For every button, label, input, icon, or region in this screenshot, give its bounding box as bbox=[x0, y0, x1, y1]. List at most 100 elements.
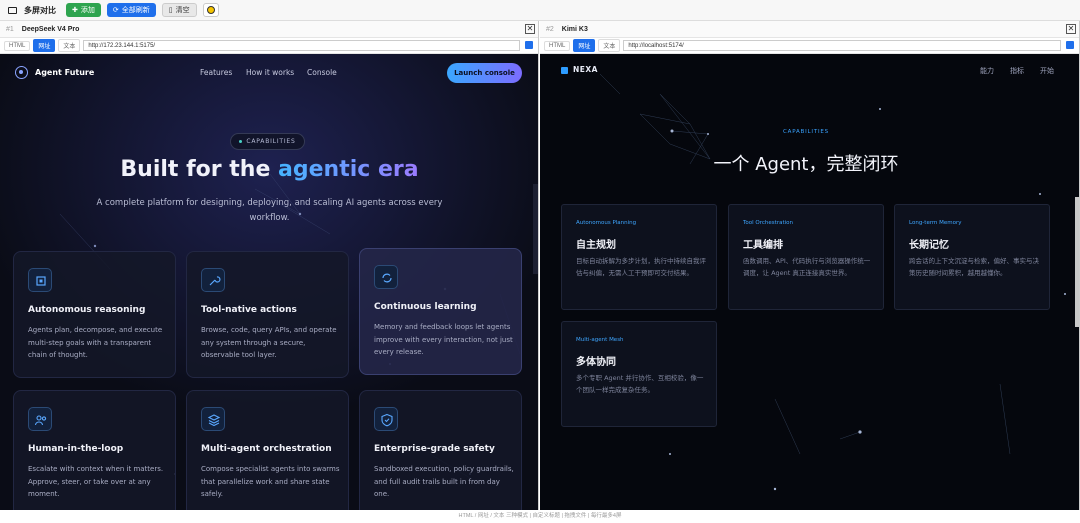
shield-icon bbox=[374, 407, 398, 431]
capability-card: Multi-agent Mesh 多体协同 多个专职 Agent 并行协作、互相… bbox=[561, 321, 717, 427]
theme-toggle-button[interactable] bbox=[202, 3, 219, 17]
nav-capabilities-link[interactable]: 能力 bbox=[980, 66, 994, 76]
chip-label: CAPABILITIES bbox=[246, 138, 296, 145]
footer-hint: HTML / 网址 / 文本 三种模式 | 自定义标题 | 拖拽文件 | 每行最… bbox=[0, 510, 1080, 523]
nav-start-link[interactable]: 开始 bbox=[1040, 66, 1054, 76]
go-icon[interactable] bbox=[525, 41, 533, 49]
pane-index: #2 bbox=[546, 25, 554, 33]
card-desc: Agents plan, decompose, and execute mult… bbox=[28, 326, 163, 360]
feature-card-highlighted: Continuous learning Memory and feedback … bbox=[359, 248, 522, 375]
mode-html-tab[interactable]: HTML bbox=[544, 40, 571, 51]
sun-icon bbox=[206, 6, 215, 14]
capability-card: Long-term Memory 长期记忆 跨会话的上下文沉淀与检索，偏好、事实… bbox=[894, 204, 1050, 310]
card-title: Tool-native actions bbox=[201, 305, 297, 315]
left-site-view: Agent Future Features How it works Conso… bbox=[0, 54, 538, 510]
brand-name[interactable]: Agent Future bbox=[35, 68, 94, 77]
brand-name[interactable]: NEXA bbox=[573, 65, 598, 74]
card-desc: Memory and feedback loops let agents imp… bbox=[374, 323, 513, 357]
card-desc: Escalate with context when it matters. A… bbox=[28, 465, 164, 499]
wrench-icon bbox=[201, 268, 225, 292]
card-desc: 多个专职 Agent 并行协作、互相校验，像一个团队一样完成复杂任务。 bbox=[576, 374, 704, 395]
pane-title[interactable]: DeepSeek V4 Pro bbox=[22, 26, 80, 33]
hero-title: Built for the agentic era bbox=[0, 157, 538, 182]
app-title: 多屏对比 bbox=[24, 5, 56, 15]
right-pane: #2 Kimi K3 ✕ HTML 网址 文本 http://localhost… bbox=[540, 21, 1080, 510]
scrollbar[interactable] bbox=[533, 184, 538, 274]
feature-card: Tool-native actions Browse, code, query … bbox=[186, 251, 349, 378]
card-desc: 函数调用、API、代码执行与浏览器操作统一调度，让 Agent 真正连接真实世界… bbox=[743, 257, 871, 278]
capability-card: Autonomous Planning 自主规划 目标自动拆解为多步计划，执行中… bbox=[561, 204, 717, 310]
card-desc: 跨会话的上下文沉淀与检索，偏好、事实与决策历史随时间累积，越用越懂你。 bbox=[909, 257, 1039, 278]
scrollbar[interactable] bbox=[1075, 197, 1079, 327]
card-desc: Compose specialist agents into swarms th… bbox=[201, 465, 340, 499]
brand-logo-icon bbox=[561, 67, 568, 74]
site-navbar: Agent Future Features How it works Conso… bbox=[0, 54, 538, 92]
hero-subtitle: A complete platform for designing, deplo… bbox=[96, 198, 443, 223]
layers-icon bbox=[201, 407, 225, 431]
nav-how-it-works-link[interactable]: How it works bbox=[246, 68, 294, 77]
mode-html-tab[interactable]: HTML bbox=[4, 40, 31, 51]
card-title: 多体协同 bbox=[576, 357, 616, 368]
nav-metrics-link[interactable]: 指标 bbox=[1010, 66, 1024, 76]
users-icon bbox=[28, 407, 52, 431]
refresh-all-label: 全部刷新 bbox=[121, 7, 150, 14]
chip-icon bbox=[28, 268, 52, 292]
add-button[interactable]: ✚ 添加 bbox=[66, 3, 101, 17]
card-title: Continuous learning bbox=[374, 302, 477, 312]
pane-header: #1 DeepSeek V4 Pro ✕ bbox=[0, 21, 538, 38]
hero-title-prefix: Built for the bbox=[120, 157, 279, 182]
hero-title: 一个 Agent，完整闭环 bbox=[713, 154, 899, 175]
close-icon[interactable]: ✕ bbox=[1066, 24, 1076, 34]
capabilities-chip: CAPABILITIES bbox=[230, 133, 305, 150]
card-desc: 目标自动拆解为多步计划，执行中持续自我评估与纠偏，无需人工干预即可交付结果。 bbox=[576, 257, 706, 278]
add-label: 添加 bbox=[80, 7, 95, 14]
top-toolbar: 多屏对比 ✚ 添加 ⟳ 全部刷新 ▯ 清空 bbox=[0, 0, 1080, 21]
card-title: 长期记忆 bbox=[909, 240, 949, 251]
card-title: 工具编排 bbox=[743, 240, 783, 251]
dot-icon bbox=[239, 140, 243, 143]
clear-label: 清空 bbox=[175, 7, 190, 14]
feature-card: Human-in-the-loop Escalate with context … bbox=[13, 390, 176, 510]
pane-index: #1 bbox=[6, 25, 14, 33]
card-title: Enterprise-grade safety bbox=[374, 444, 495, 454]
hero-title-highlight: agentic era bbox=[278, 157, 419, 182]
refresh-all-button[interactable]: ⟳ 全部刷新 bbox=[106, 3, 156, 17]
pane-header: #2 Kimi K3 ✕ bbox=[540, 21, 1079, 38]
left-pane: #1 DeepSeek V4 Pro ✕ HTML 网址 文本 http://1… bbox=[0, 21, 539, 510]
nav-console-link[interactable]: Console bbox=[307, 68, 337, 77]
capabilities-label: CAPABILITIES bbox=[783, 129, 829, 135]
feature-card: Enterprise-grade safety Sandboxed execut… bbox=[359, 390, 522, 510]
url-row: HTML 网址 文本 http://172.23.144.1:5175/ bbox=[0, 38, 538, 54]
feature-card: Multi-agent orchestration Compose specia… bbox=[186, 390, 349, 510]
mode-text-tab[interactable]: 文本 bbox=[58, 39, 81, 52]
url-input[interactable]: http://172.23.144.1:5175/ bbox=[83, 40, 520, 51]
card-desc: Sandboxed execution, policy guardrails, … bbox=[374, 465, 514, 499]
mode-url-tab[interactable]: 网址 bbox=[573, 39, 596, 52]
card-title: Multi-agent orchestration bbox=[201, 444, 332, 454]
card-title: 自主规划 bbox=[576, 240, 616, 251]
plus-icon: ✚ bbox=[72, 7, 78, 14]
monitor-icon bbox=[8, 6, 17, 14]
go-icon[interactable] bbox=[1066, 41, 1074, 49]
close-icon[interactable]: ✕ bbox=[525, 24, 535, 34]
nav-features-link[interactable]: Features bbox=[200, 68, 232, 77]
feature-card: Autonomous reasoning Agents plan, decomp… bbox=[13, 251, 176, 378]
right-site-view: NEXA 能力 指标 开始 CAPABILITIES 一个 Agent，完整闭环… bbox=[540, 54, 1079, 510]
mode-url-tab[interactable]: 网址 bbox=[33, 39, 56, 52]
refresh-icon bbox=[374, 265, 398, 289]
card-tag: Tool Orchestration bbox=[743, 220, 793, 226]
card-title: Human-in-the-loop bbox=[28, 444, 124, 454]
url-row: HTML 网址 文本 http://localhost:5174/ bbox=[540, 38, 1079, 54]
url-input[interactable]: http://localhost:5174/ bbox=[623, 40, 1061, 51]
clear-icon: ▯ bbox=[168, 7, 173, 14]
pane-title[interactable]: Kimi K3 bbox=[562, 26, 588, 33]
card-desc: Browse, code, query APIs, and operate an… bbox=[201, 326, 337, 360]
site-navbar: NEXA 能力 指标 开始 bbox=[540, 54, 1079, 88]
launch-console-button[interactable]: Launch console bbox=[447, 63, 522, 83]
mode-text-tab[interactable]: 文本 bbox=[598, 39, 621, 52]
card-tag: Multi-agent Mesh bbox=[576, 337, 624, 343]
capability-card: Tool Orchestration 工具编排 函数调用、API、代码执行与浏览… bbox=[728, 204, 884, 310]
clear-button[interactable]: ▯ 清空 bbox=[161, 3, 197, 17]
card-tag: Autonomous Planning bbox=[576, 220, 637, 226]
card-title: Autonomous reasoning bbox=[28, 305, 146, 315]
